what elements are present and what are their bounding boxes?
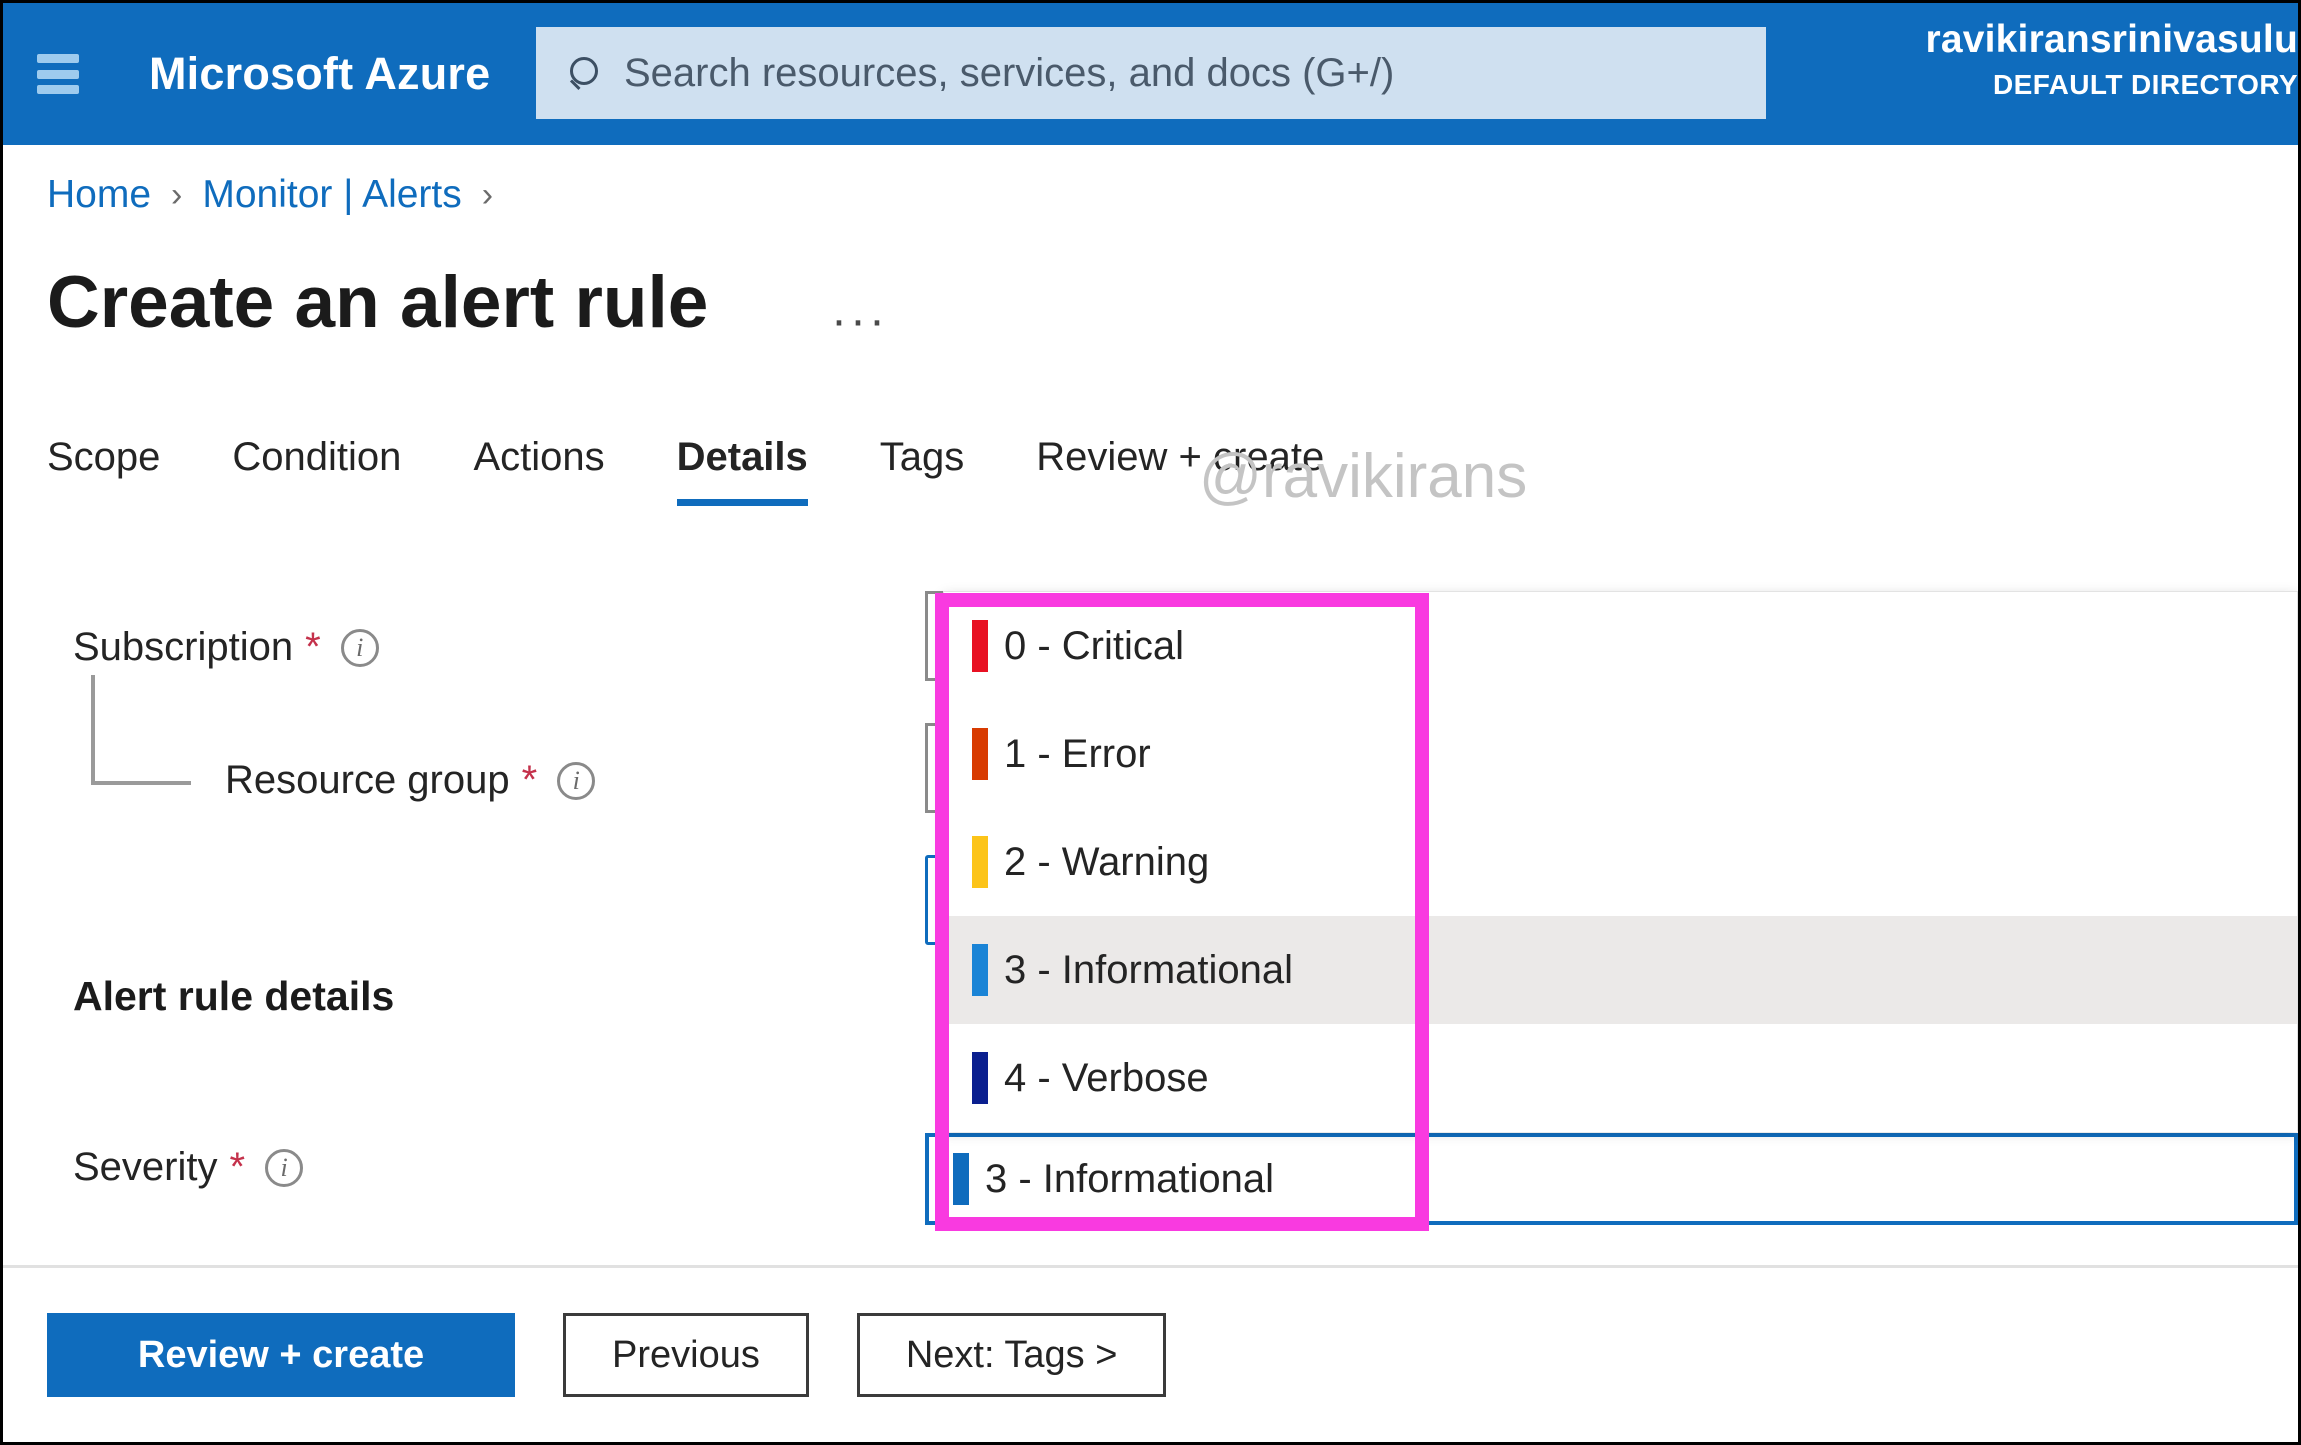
next-tags-button[interactable]: Next: Tags >	[856, 1313, 1167, 1397]
hamburger-icon[interactable]	[37, 54, 79, 94]
breadcrumb-item-monitor-alerts[interactable]: Monitor | Alerts	[202, 173, 461, 217]
severity-color-swatch	[972, 1052, 988, 1104]
alert-rule-details-heading: Alert rule details	[73, 973, 395, 1019]
details-form: Subscription * i Resource group * i Aler…	[3, 563, 2298, 1268]
previous-button[interactable]: Previous	[563, 1313, 809, 1397]
tab-details[interactable]: Details	[676, 435, 808, 506]
severity-option-4[interactable]: 4 - Verbose	[944, 1024, 2297, 1132]
tab-actions[interactable]: Actions	[473, 435, 604, 506]
search-input-placeholder: Search resources, services, and docs (G+…	[624, 50, 1395, 95]
severity-color-swatch	[953, 1153, 969, 1205]
severity-option-label: 4 - Verbose	[1004, 1055, 1209, 1100]
severity-select[interactable]: 3 - Informational	[925, 1133, 2298, 1225]
breadcrumb-item-home[interactable]: Home	[47, 173, 151, 217]
severity-label: Severity * i	[73, 1145, 304, 1190]
account-name: ravikiransrinivasulu	[1925, 18, 2298, 61]
azure-brand-logo[interactable]: Microsoft Azure	[149, 48, 490, 100]
wizard-tabs: Scope Condition Actions Details Tags Rev…	[47, 435, 1396, 506]
required-asterisk: *	[229, 1145, 246, 1189]
severity-color-swatch	[972, 728, 988, 780]
severity-color-swatch	[972, 944, 988, 996]
info-icon[interactable]: i	[265, 1148, 304, 1187]
severity-selected-value: 3 - Informational	[985, 1156, 1275, 1201]
severity-option-label: 1 - Error	[1004, 731, 1151, 776]
azure-top-header: Microsoft Azure Search resources, servic…	[3, 3, 2298, 145]
severity-label-text: Severity	[73, 1145, 218, 1189]
severity-option-label: 0 - Critical	[1004, 623, 1185, 668]
tab-condition[interactable]: Condition	[232, 435, 401, 506]
severity-option-3[interactable]: 3 - Informational	[944, 916, 2297, 1024]
required-asterisk: *	[305, 625, 321, 669]
more-actions-button[interactable]: ···	[831, 293, 888, 348]
search-icon	[566, 55, 602, 91]
info-icon[interactable]: i	[340, 628, 379, 667]
severity-option-2[interactable]: 2 - Warning	[944, 808, 2297, 916]
tab-tags[interactable]: Tags	[880, 435, 965, 506]
severity-color-swatch	[972, 620, 988, 672]
info-icon[interactable]: i	[557, 761, 596, 800]
severity-option-1[interactable]: 1 - Error	[944, 700, 2297, 808]
required-asterisk: *	[521, 758, 538, 802]
field-tree-connector	[91, 675, 191, 785]
wizard-footer: Review + create Previous Next: Tags >	[3, 1268, 2298, 1442]
tab-review-create[interactable]: Review + create	[1036, 435, 1324, 506]
resource-group-label-text: Resource group	[225, 758, 510, 802]
hamburger-bar	[37, 69, 79, 79]
severity-color-swatch	[972, 836, 988, 888]
breadcrumb-separator: ›	[481, 175, 494, 214]
azure-portal-screenshot: Microsoft Azure Search resources, servic…	[0, 0, 2301, 1445]
tab-scope[interactable]: Scope	[47, 435, 160, 506]
severity-option-0[interactable]: 0 - Critical	[944, 592, 2297, 700]
hamburger-bar	[37, 85, 79, 94]
subscription-label-text: Subscription	[73, 625, 294, 669]
breadcrumb: Home › Monitor | Alerts ›	[47, 173, 513, 217]
severity-option-label: 2 - Warning	[1004, 839, 1210, 884]
account-info[interactable]: ravikiransrinivasulu DEFAULT DIRECTORY	[1898, 17, 2298, 101]
resource-group-label: Resource group * i	[225, 758, 596, 803]
page-title: Create an alert rule	[47, 262, 709, 343]
breadcrumb-separator: ›	[171, 175, 183, 214]
severity-dropdown-list[interactable]: 0 - Critical 1 - Error 2 - Warning 3 - Info…	[943, 591, 2298, 1132]
hamburger-bar	[37, 54, 79, 63]
subscription-label: Subscription * i	[73, 625, 379, 670]
severity-option-label: 3 - Informational	[1004, 947, 1294, 992]
global-search-box[interactable]: Search resources, services, and docs (G+…	[536, 27, 1766, 119]
review-create-button[interactable]: Review + create	[47, 1313, 515, 1397]
account-directory: DEFAULT DIRECTORY	[1993, 69, 2298, 101]
